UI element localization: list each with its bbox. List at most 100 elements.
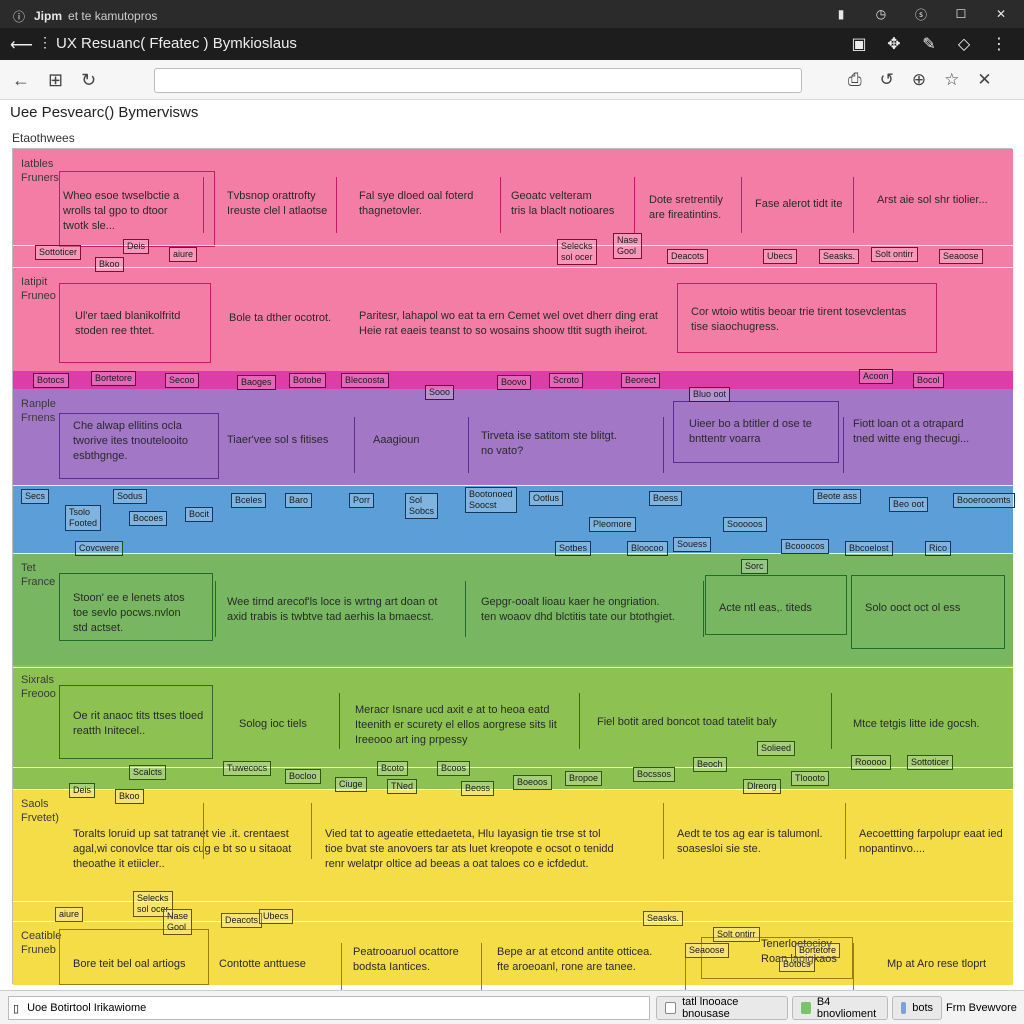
affinity-tag[interactable]: Tloooto: [791, 771, 830, 786]
affinity-tag[interactable]: Sottoticer: [35, 245, 82, 260]
affinity-tag[interactable]: Porr: [349, 493, 375, 508]
sticky-note-text[interactable]: Toralts loruid up sat tatranet vie .it. …: [73, 827, 291, 872]
sticky-note-text[interactable]: Mp at Aro rese tloprt: [887, 957, 986, 972]
affinity-tag[interactable]: Acoon: [859, 369, 893, 384]
affinity-tag[interactable]: Scalcts: [129, 765, 167, 780]
status-chip-2[interactable]: B4 bnovlioment: [792, 996, 888, 1020]
affinity-tag[interactable]: Boovo: [497, 375, 531, 390]
print-icon[interactable]: ⎙: [848, 70, 862, 90]
affinity-tag[interactable]: Deacots: [667, 249, 709, 264]
affinity-tag[interactable]: Beo oot: [889, 497, 929, 512]
affinity-tag[interactable]: Blecoosta: [341, 373, 389, 388]
affinity-tag[interactable]: Bluo oot: [689, 387, 731, 402]
affinity-tag[interactable]: Bocol: [913, 373, 944, 388]
affinity-tag[interactable]: Bceles: [231, 493, 267, 508]
affinity-tag[interactable]: Booerooomts: [953, 493, 1015, 508]
status-chip-3[interactable]: bots: [892, 996, 942, 1020]
affinity-tag[interactable]: Dlreorg: [743, 779, 781, 794]
affinity-tag[interactable]: Rooooo: [851, 755, 891, 770]
affinity-tag[interactable]: Boeoos: [513, 775, 552, 790]
affinity-tag[interactable]: Seaoose: [939, 249, 983, 264]
cluster-frame[interactable]: [59, 929, 209, 985]
affinity-tag[interactable]: Bcoto: [377, 761, 409, 776]
menu-icon[interactable]: ⋮: [38, 34, 52, 51]
cluster-frame[interactable]: [59, 171, 215, 247]
affinity-tag[interactable]: Bbcoelost: [845, 541, 893, 556]
affinity-tag[interactable]: Bropoe: [565, 771, 603, 786]
affinity-tag[interactable]: Selecks sol ocer: [557, 239, 597, 265]
clock-icon[interactable]: ◷: [872, 5, 890, 23]
affinity-tag[interactable]: Deis: [69, 783, 96, 798]
sticky-note-text[interactable]: Tvbsnop orattrofty Ireuste clel l atlaot…: [227, 189, 327, 219]
affinity-tag[interactable]: Bloocoo: [627, 541, 668, 556]
close-icon[interactable]: ✕: [992, 5, 1010, 23]
affinity-tag[interactable]: Souess: [673, 537, 712, 552]
sticky-note-text[interactable]: Contotte anttuese: [219, 957, 306, 972]
cluster-frame[interactable]: [677, 283, 937, 353]
affinity-tag[interactable]: Bocit: [185, 507, 214, 522]
affinity-tag[interactable]: Nase Gool: [163, 909, 193, 935]
document-icon[interactable]: ▣: [850, 34, 868, 53]
status-chip-1[interactable]: tatl lnooace bnousase: [656, 996, 788, 1020]
affinity-tag[interactable]: Solieed: [757, 741, 796, 756]
affinity-tag[interactable]: Deacots: [221, 913, 263, 928]
affinity-tag[interactable]: Bocoes: [129, 511, 168, 526]
affinity-tag[interactable]: Botocs: [779, 957, 815, 972]
affinity-tag[interactable]: Ubecs: [763, 249, 797, 264]
bookmark-star-icon[interactable]: ☆: [944, 70, 959, 90]
affinity-tag[interactable]: Sooooos: [723, 517, 767, 532]
affinity-tag[interactable]: Bcoos: [437, 761, 471, 776]
affinity-tag[interactable]: Sotbes: [555, 541, 592, 556]
sticky-note-text[interactable]: Geoatc velteram tris la blaclt notioares: [511, 189, 614, 219]
sticky-note-text[interactable]: Vied tat to ageatie ettedaeteta, Hlu Iay…: [325, 827, 614, 872]
affinity-tag[interactable]: Bcooocos: [781, 539, 829, 554]
cluster-frame[interactable]: [673, 401, 839, 463]
affinity-tag[interactable]: Scroto: [549, 373, 584, 388]
more-icon[interactable]: ⋮: [990, 34, 1008, 53]
sticky-note-text[interactable]: Bole ta dther ocotrot.: [229, 311, 331, 326]
history-icon[interactable]: ↺: [880, 70, 894, 90]
affinity-tag[interactable]: Secoo: [165, 373, 199, 388]
sticky-note-text[interactable]: Aaagioun: [373, 433, 420, 448]
affinity-tag[interactable]: aiure: [169, 247, 198, 262]
shield-icon[interactable]: ◇: [955, 34, 973, 53]
affinity-tag[interactable]: Seaoose: [685, 943, 729, 958]
affinity-tag[interactable]: Bocloo: [285, 769, 321, 784]
affinity-tag[interactable]: Seasks.: [819, 249, 860, 264]
maximize-icon[interactable]: ☐: [952, 5, 970, 23]
cluster-frame[interactable]: [59, 413, 219, 479]
affinity-tag[interactable]: Sottoticer: [907, 755, 954, 770]
affinity-tag[interactable]: Boess: [649, 491, 683, 506]
affinity-tag[interactable]: Botobe: [289, 373, 326, 388]
affinity-tag[interactable]: Bkoo: [95, 257, 124, 272]
refresh-icon[interactable]: ↻: [81, 70, 96, 91]
back-icon[interactable]: ←: [12, 70, 30, 91]
sticky-note-text[interactable]: Wee tirnd arecof'ls loce is wrtng art do…: [227, 595, 437, 625]
extensions-icon[interactable]: ✥: [885, 34, 903, 53]
affinity-tag[interactable]: Bocssos: [633, 767, 676, 782]
address-bar[interactable]: [154, 68, 802, 93]
affinity-tag[interactable]: Beote ass: [813, 489, 862, 504]
cluster-frame[interactable]: [59, 283, 211, 363]
affinity-tag[interactable]: Seasks.: [643, 911, 684, 926]
affinity-tag[interactable]: Tsolo Footed: [65, 505, 102, 531]
affinity-tag[interactable]: Ciuge: [335, 777, 367, 792]
cluster-frame[interactable]: [705, 575, 847, 635]
affinity-tag[interactable]: Sol Sobcs: [405, 493, 439, 519]
sticky-note-text[interactable]: Tirveta ise satitom ste blitgt. no vato?: [481, 429, 617, 459]
affinity-tag[interactable]: Botocs: [33, 373, 69, 388]
affinity-tag[interactable]: Solt ontirr: [713, 927, 760, 942]
affinity-tag[interactable]: Ootlus: [529, 491, 564, 506]
new-tab-icon[interactable]: ⊞: [48, 70, 63, 91]
sticky-note-text[interactable]: Bepe ar at etcond antite otticea. fte ar…: [497, 945, 652, 975]
sticky-note-text[interactable]: Fal sye dloed oal foterd thagnetovler.: [359, 189, 473, 219]
sticky-note-text[interactable]: Aecoettting farpolupr eaat ied nopantinv…: [859, 827, 1003, 857]
affinity-tag[interactable]: Sodus: [113, 489, 147, 504]
sticky-note-text[interactable]: Meracr Isnare ucd axit e at to heoa eatd…: [355, 703, 557, 748]
affinity-tag[interactable]: Sooo: [425, 385, 455, 400]
sticky-note-text[interactable]: Fiel botit ared boncot toad tatelit baly: [597, 715, 777, 730]
cluster-frame[interactable]: [59, 573, 213, 641]
minimize-icon[interactable]: ⓢ: [912, 5, 930, 23]
affinity-tag[interactable]: Nase Gool: [613, 233, 643, 259]
affinity-tag[interactable]: Bkoo: [115, 789, 144, 804]
